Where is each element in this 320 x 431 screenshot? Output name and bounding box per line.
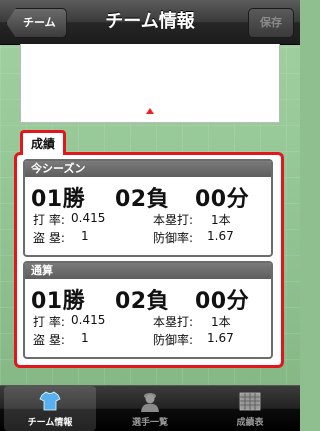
- season-steals-label: 盗 塁:: [33, 231, 65, 245]
- arrow-up-icon[interactable]: [146, 108, 154, 114]
- season-hr: 1本: [211, 213, 231, 227]
- table-icon: [239, 392, 261, 411]
- shirt-icon: [39, 391, 61, 411]
- season-stats-card: 今シーズン 01勝 02負 00分 打 率: 0.415 本塁打: 1本 盗 塁…: [23, 159, 273, 257]
- results-section-title: 成績: [20, 130, 66, 155]
- season-hr-label: 本塁打:: [153, 213, 194, 227]
- tab-player-list-label: 選手一覧: [131, 418, 168, 428]
- career-batting-avg: 0.415: [71, 313, 106, 327]
- tab-results-table[interactable]: 成績表: [204, 386, 296, 431]
- save-button[interactable]: 保存: [248, 8, 294, 38]
- career-hr: 1本: [211, 315, 231, 329]
- team-info-panel[interactable]: [20, 44, 280, 123]
- season-losses: 02負: [115, 187, 170, 212]
- season-draws: 00分: [195, 187, 250, 212]
- career-losses: 02負: [115, 289, 170, 314]
- career-hr-label: 本塁打:: [153, 315, 194, 329]
- career-era-label: 防御率:: [153, 333, 194, 347]
- navigation-bar: チーム チーム情報 保存: [0, 0, 300, 45]
- tab-results-table-label: 成績表: [236, 418, 264, 428]
- career-era: 1.67: [207, 331, 234, 345]
- season-header: 今シーズン: [25, 161, 271, 177]
- tab-team-info-label: チーム情報: [27, 418, 73, 428]
- career-draws: 00分: [195, 289, 250, 314]
- career-steals: 1: [81, 331, 89, 345]
- career-wins: 01勝: [31, 289, 86, 314]
- results-section: 今シーズン 01勝 02負 00分 打 率: 0.415 本塁打: 1本 盗 塁…: [14, 152, 284, 368]
- tab-team-info[interactable]: チーム情報: [4, 386, 96, 431]
- career-stats-card: 通算 01勝 02負 00分 打 率: 0.415 本塁打: 1本 盗 塁: 1…: [23, 261, 273, 359]
- season-steals: 1: [81, 229, 89, 243]
- player-icon: [141, 393, 159, 412]
- season-batting-avg-label: 打 率:: [33, 213, 65, 227]
- season-batting-avg: 0.415: [71, 211, 106, 225]
- tab-bar: チーム情報 選手一覧 成績表: [0, 385, 300, 431]
- season-era: 1.67: [207, 229, 234, 243]
- tab-player-list[interactable]: 選手一覧: [104, 386, 196, 431]
- back-button[interactable]: チーム: [6, 8, 67, 38]
- career-steals-label: 盗 塁:: [33, 333, 65, 347]
- career-batting-avg-label: 打 率:: [33, 315, 65, 329]
- season-wins: 01勝: [31, 187, 86, 212]
- season-era-label: 防御率:: [153, 231, 194, 245]
- career-header: 通算: [25, 263, 271, 279]
